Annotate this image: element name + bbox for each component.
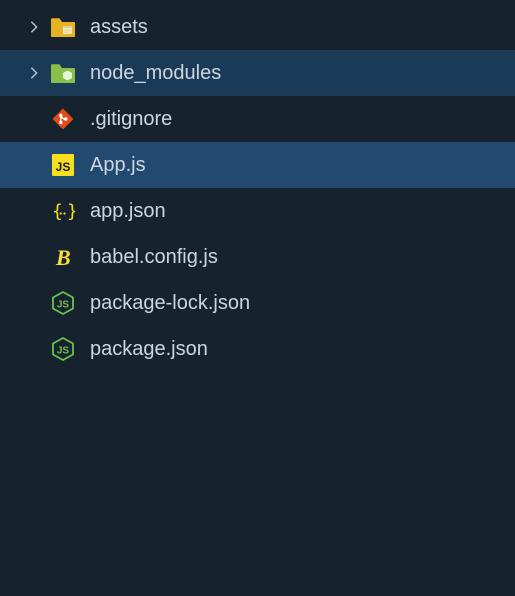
- tree-item-file-babelconfig[interactable]: B babel.config.js: [0, 234, 515, 280]
- svg-text:}: }: [67, 201, 75, 222]
- tree-item-label: node_modules: [90, 62, 221, 85]
- tree-item-label: assets: [90, 16, 148, 39]
- tree-item-file-packagejson[interactable]: JS package.json: [0, 326, 515, 372]
- tree-item-file-appjson[interactable]: { } app.json: [0, 188, 515, 234]
- nodejs-icon: JS: [48, 290, 78, 316]
- svg-text:JS: JS: [56, 160, 71, 174]
- svg-text:JS: JS: [57, 346, 70, 357]
- tree-item-label: app.json: [90, 200, 166, 223]
- svg-text:{: {: [52, 201, 63, 222]
- nodejs-icon: JS: [48, 336, 78, 362]
- git-icon: [48, 106, 78, 132]
- svg-text:B: B: [55, 245, 71, 269]
- chevron-right-icon: [20, 66, 48, 80]
- tree-item-label: package-lock.json: [90, 292, 250, 315]
- tree-item-folder-assets[interactable]: assets: [0, 4, 515, 50]
- js-icon: JS: [48, 152, 78, 178]
- tree-item-label: babel.config.js: [90, 246, 218, 269]
- tree-item-file-appjs[interactable]: JS App.js: [0, 142, 515, 188]
- tree-item-folder-nodemodules[interactable]: node_modules: [0, 50, 515, 96]
- svg-text:JS: JS: [57, 300, 70, 311]
- file-explorer-tree: assets node_modules: [0, 0, 515, 372]
- chevron-right-icon: [20, 20, 48, 34]
- tree-item-file-gitignore[interactable]: .gitignore: [0, 96, 515, 142]
- tree-item-label: App.js: [90, 154, 146, 177]
- tree-item-label: package.json: [90, 338, 208, 361]
- folder-nodemodules-icon: [48, 60, 78, 86]
- tree-item-file-packagelock[interactable]: JS package-lock.json: [0, 280, 515, 326]
- babel-icon: B: [48, 244, 78, 270]
- json-icon: { }: [48, 198, 78, 224]
- tree-item-label: .gitignore: [90, 108, 172, 131]
- folder-assets-icon: [48, 14, 78, 40]
